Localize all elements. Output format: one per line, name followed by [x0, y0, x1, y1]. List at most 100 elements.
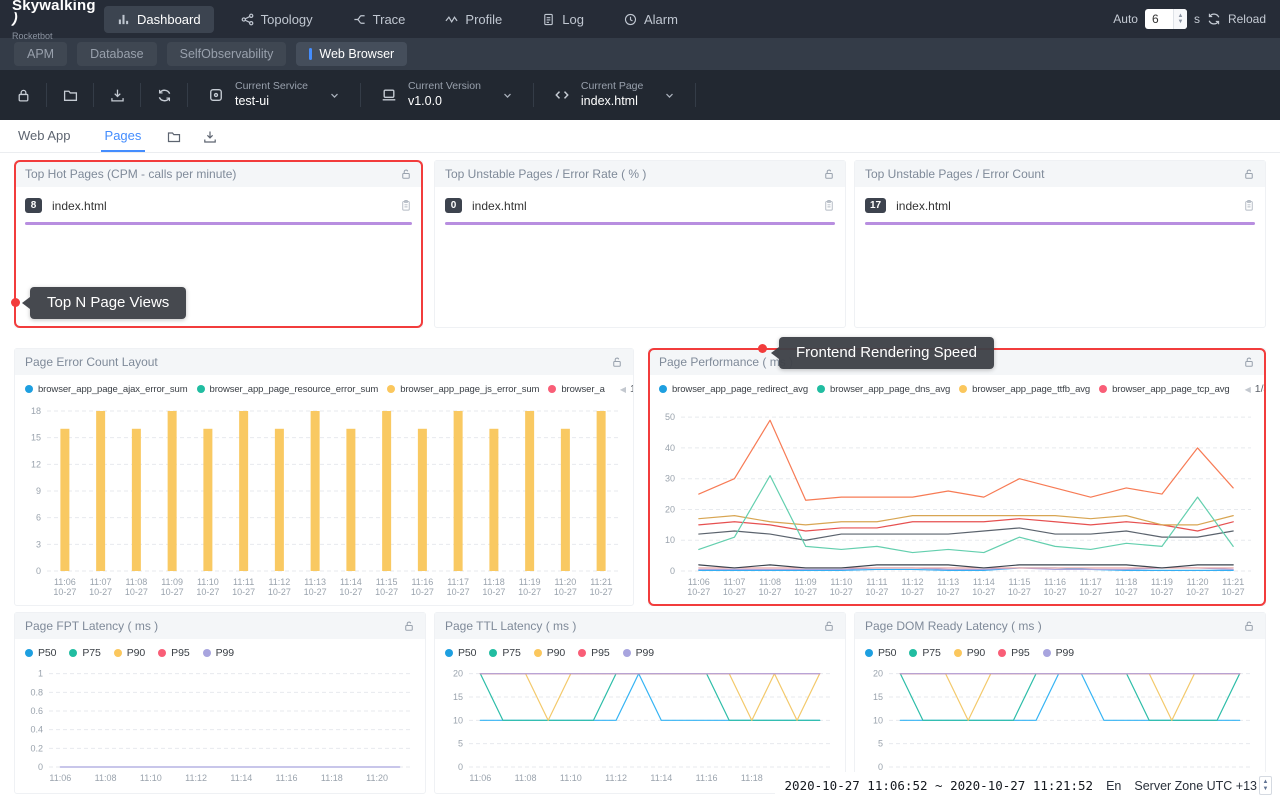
- group-tab-apm[interactable]: APM: [14, 42, 67, 66]
- group-tab-database[interactable]: Database: [77, 42, 157, 66]
- page-name: index.html: [52, 199, 400, 213]
- unlock-icon[interactable]: [1243, 356, 1255, 368]
- svg-text:10-27: 10-27: [482, 587, 505, 597]
- legend-item[interactable]: P90: [954, 647, 985, 659]
- error-count-badge: 17: [865, 198, 886, 213]
- clipboard-icon[interactable]: [400, 199, 412, 212]
- legend-label: P50: [38, 647, 56, 659]
- current-page-selector[interactable]: Current Page index.html: [534, 70, 695, 120]
- group-tab-web-browser[interactable]: Web Browser: [296, 42, 407, 66]
- folder-icon[interactable]: [167, 130, 181, 144]
- unlock-icon[interactable]: [403, 620, 415, 632]
- unlock-icon[interactable]: [1243, 168, 1255, 180]
- legend-item[interactable]: P75: [69, 647, 100, 659]
- legend-item[interactable]: P90: [114, 647, 145, 659]
- unlock-icon[interactable]: [400, 168, 412, 180]
- svg-text:11:21: 11:21: [1222, 577, 1244, 587]
- svg-text:10: 10: [453, 715, 463, 725]
- legend-item[interactable]: browser_app_page_ajax_error_sum: [25, 384, 188, 395]
- legend-label: P90: [967, 647, 985, 659]
- value-bar: [25, 222, 412, 225]
- download-icon[interactable]: [203, 130, 217, 144]
- alarm-icon: [624, 13, 637, 26]
- interval-stepper[interactable]: ▲▼: [1173, 9, 1187, 29]
- nav-label: Profile: [465, 12, 502, 27]
- legend-dot: [954, 649, 962, 657]
- unlock-icon[interactable]: [1243, 620, 1255, 632]
- nav-item-topology[interactable]: Topology: [228, 6, 326, 33]
- reload-icon[interactable]: [1207, 12, 1221, 26]
- pager-prev-icon[interactable]: ◀: [1245, 385, 1251, 394]
- legend-dot: [959, 385, 967, 393]
- time-range-picker[interactable]: 2020-10-27 11:06:52 ~ 2020-10-27 11:21:5…: [785, 778, 1094, 793]
- legend-item[interactable]: P75: [489, 647, 520, 659]
- tab-pages[interactable]: Pages: [101, 128, 146, 152]
- legend-dot: [158, 649, 166, 657]
- language-toggle[interactable]: En: [1106, 779, 1121, 793]
- profile-icon: [445, 13, 458, 26]
- legend-item[interactable]: browser_a: [548, 384, 604, 395]
- legend-item[interactable]: browser_app_page_ttfb_avg: [959, 384, 1090, 395]
- panel-title: Page TTL Latency ( ms ): [445, 619, 576, 633]
- legend-item[interactable]: browser_app_page_js_error_sum: [387, 384, 539, 395]
- unlock-icon[interactable]: [823, 620, 835, 632]
- unlock-icon[interactable]: [823, 168, 835, 180]
- legend-item[interactable]: P95: [998, 647, 1029, 659]
- legend-item[interactable]: P75: [909, 647, 940, 659]
- pager-prev-icon[interactable]: ◀: [620, 385, 626, 394]
- legend-dot: [578, 649, 586, 657]
- legend-label: P90: [127, 647, 145, 659]
- legend-item[interactable]: P95: [158, 647, 189, 659]
- legend-item[interactable]: P95: [578, 647, 609, 659]
- legend-item[interactable]: P99: [623, 647, 654, 659]
- app-logo[interactable]: Skywalking) Rocketbot: [0, 0, 96, 41]
- nav-item-log[interactable]: Log: [529, 6, 597, 33]
- nav-item-dashboard[interactable]: Dashboard: [104, 6, 214, 33]
- legend-dot: [387, 385, 395, 393]
- legend-item[interactable]: browser_app_page_resource_error_sum: [197, 384, 379, 395]
- clipboard-icon[interactable]: [823, 199, 835, 212]
- svg-text:11:06: 11:06: [688, 577, 710, 587]
- legend-item[interactable]: browser_app_page_redirect_avg: [659, 384, 808, 395]
- nav-item-profile[interactable]: Profile: [432, 6, 515, 33]
- unlock-icon[interactable]: [611, 356, 623, 368]
- legend-label: P75: [922, 647, 940, 659]
- refresh-templates-button[interactable]: [141, 70, 187, 120]
- svg-text:11:08: 11:08: [515, 773, 537, 783]
- legend-item[interactable]: P90: [534, 647, 565, 659]
- clipboard-icon[interactable]: [1243, 199, 1255, 212]
- dashboard-toolbar: Current Service test-ui Current Version …: [0, 70, 1280, 120]
- legend-item[interactable]: P99: [203, 647, 234, 659]
- lock-button[interactable]: [0, 70, 46, 120]
- import-template-button[interactable]: [47, 70, 93, 120]
- legend-item[interactable]: browser_app_page_tcp_avg: [1099, 384, 1230, 395]
- svg-text:20: 20: [453, 669, 463, 679]
- nav-item-alarm[interactable]: Alarm: [611, 6, 691, 33]
- reload-button[interactable]: Reload: [1228, 12, 1266, 26]
- value-bar: [445, 222, 835, 225]
- svg-text:11:16: 11:16: [696, 773, 718, 783]
- legend-dot: [203, 649, 211, 657]
- legend-item[interactable]: browser_app_page_dns_avg: [817, 384, 950, 395]
- zone-stepper[interactable]: ▲▼: [1259, 776, 1272, 795]
- nav-item-trace[interactable]: Trace: [340, 6, 419, 33]
- group-tab-selfobservability[interactable]: SelfObservability: [167, 42, 287, 66]
- legend-item[interactable]: P99: [1043, 647, 1074, 659]
- export-template-button[interactable]: [94, 70, 140, 120]
- legend-item[interactable]: P50: [25, 647, 56, 659]
- group-tab-label: APM: [27, 47, 54, 61]
- current-service-selector[interactable]: Current Service test-ui: [188, 70, 360, 120]
- legend-dot: [114, 649, 122, 657]
- svg-text:10-27: 10-27: [1044, 587, 1067, 597]
- svg-text:10-27: 10-27: [554, 587, 577, 597]
- list-item: 8 index.html: [15, 187, 422, 213]
- legend-item[interactable]: P50: [865, 647, 896, 659]
- legend-dot: [534, 649, 542, 657]
- auto-interval-input[interactable]: [1145, 12, 1169, 26]
- tab-web-app[interactable]: Web App: [14, 128, 75, 152]
- legend-label: P75: [502, 647, 520, 659]
- svg-text:0: 0: [670, 566, 675, 576]
- selector-label: Current Page: [581, 80, 643, 93]
- current-version-selector[interactable]: Current Version v1.0.0: [361, 70, 533, 120]
- legend-item[interactable]: P50: [445, 647, 476, 659]
